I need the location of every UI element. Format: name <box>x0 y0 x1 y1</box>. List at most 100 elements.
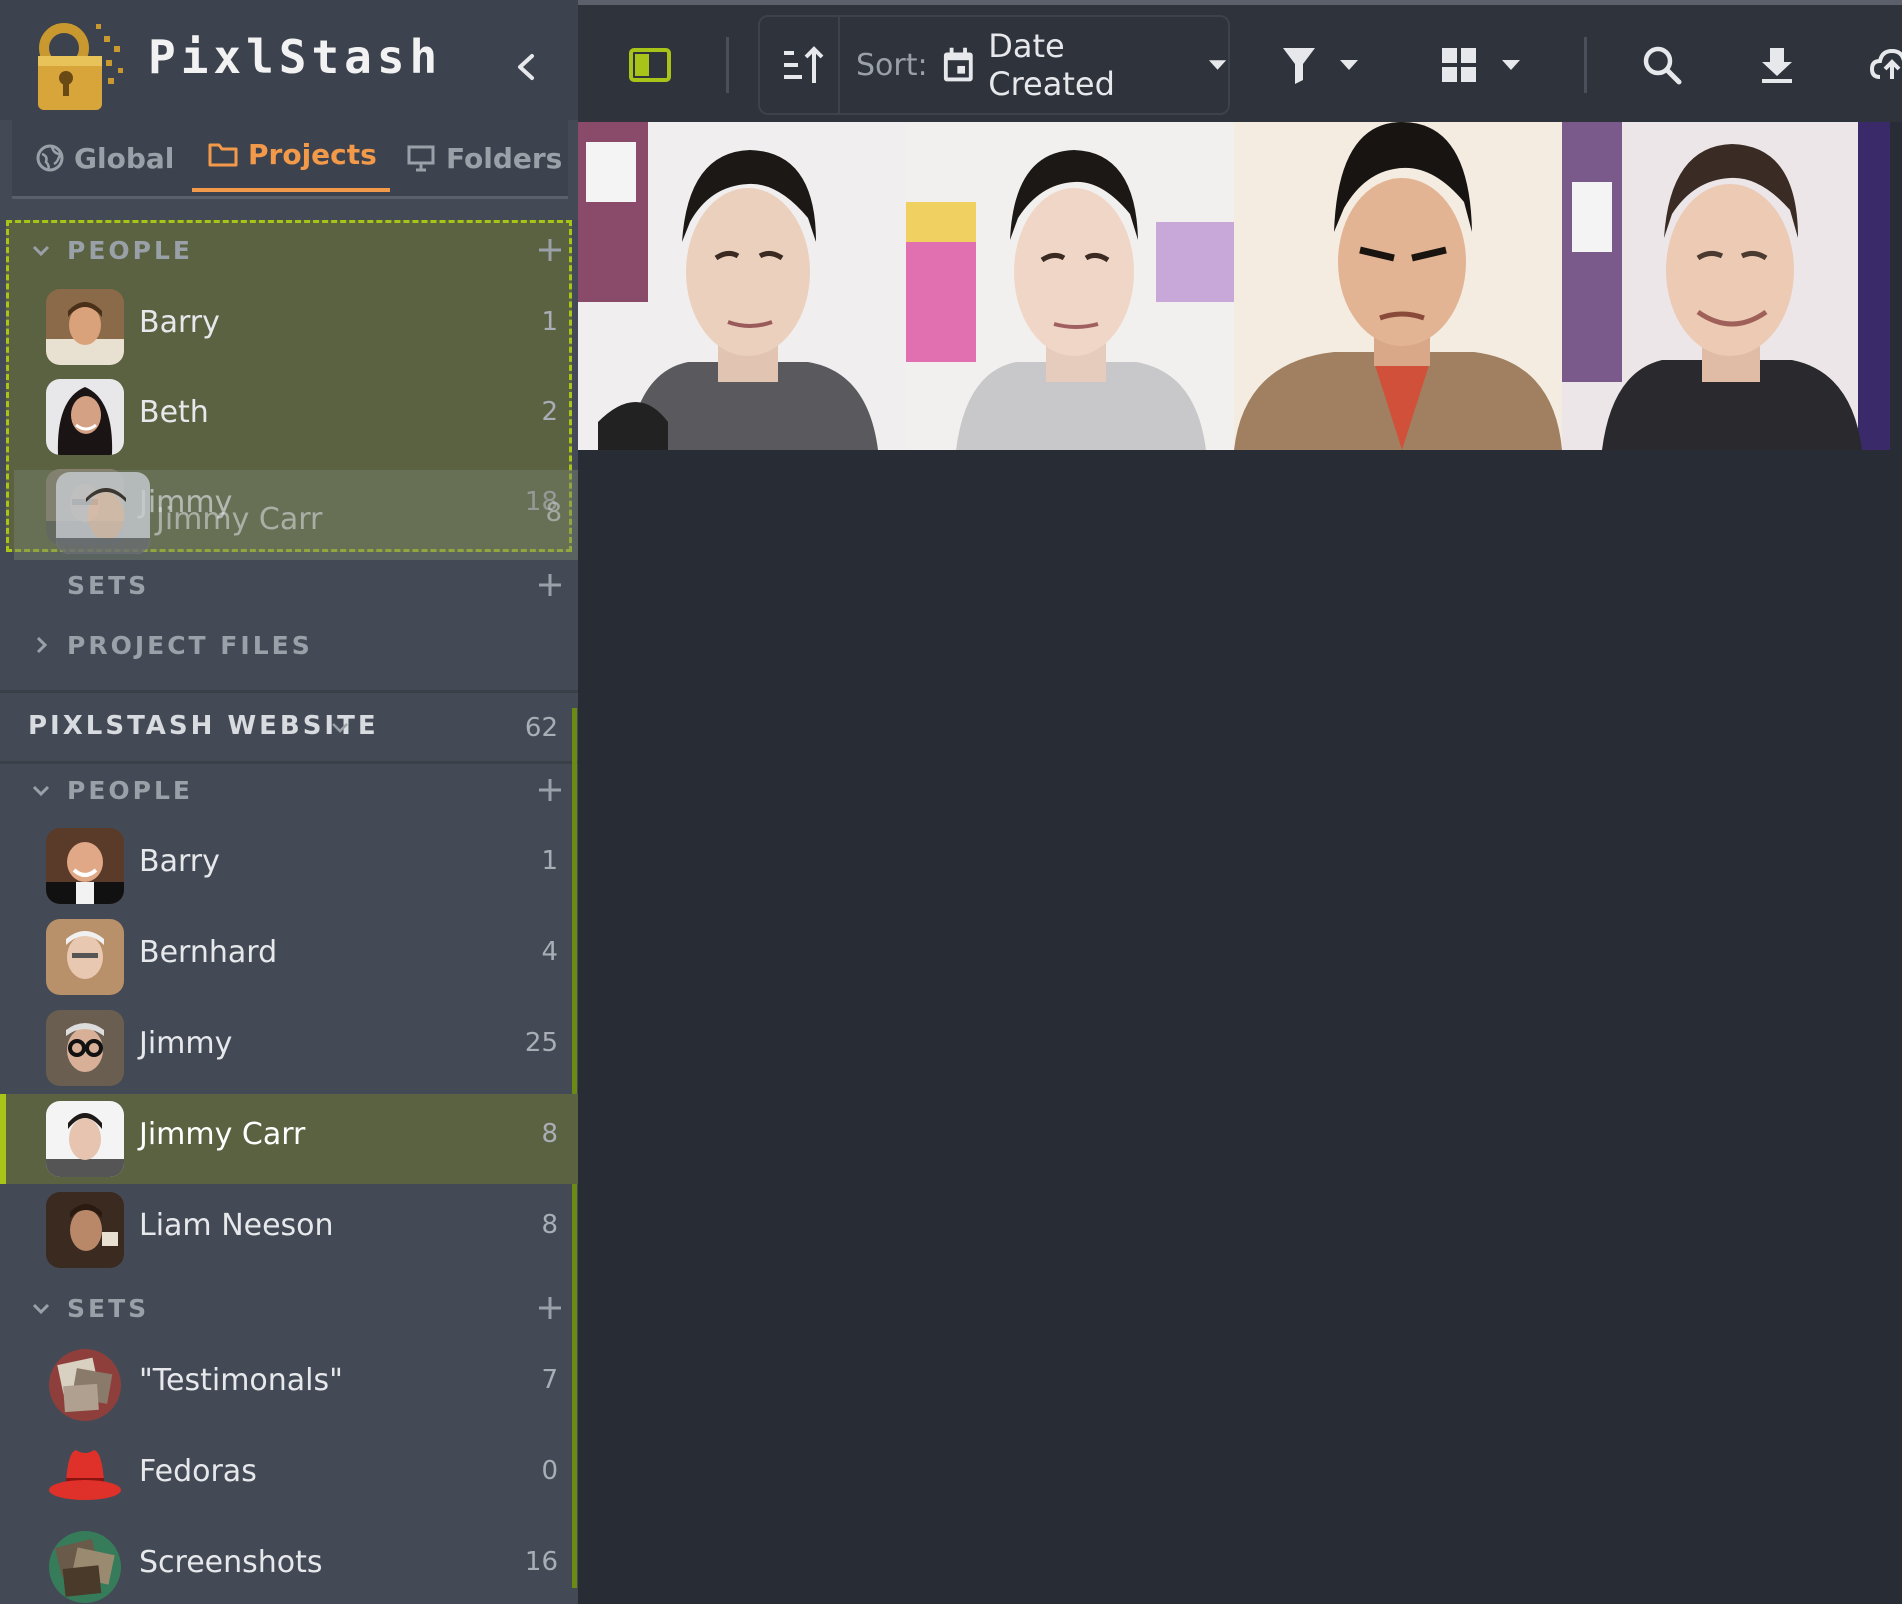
tab-projects-label: Projects <box>248 137 377 171</box>
set-count: 16 <box>524 1547 558 1577</box>
project-row-website[interactable]: PIXLSTASH WEBSITE 62 <box>0 690 578 764</box>
sidebar-toggle-button[interactable] <box>628 35 672 95</box>
person-item[interactable]: Jimmy 18 <box>0 462 578 552</box>
sidebar: PixlStash Global Projects Folders PEOPLE… <box>0 0 578 1604</box>
person-name: Barry <box>139 844 220 879</box>
people-section-header[interactable]: PEOPLE <box>0 220 578 280</box>
set-item[interactable]: Screenshots 16 <box>0 1522 578 1604</box>
people-section-header[interactable]: PEOPLE <box>0 760 578 820</box>
sets-section-label: SETS <box>67 570 150 600</box>
toolbar-separator <box>838 17 840 113</box>
people-section-label: PEOPLE <box>67 235 193 265</box>
person-name: Barry <box>139 305 220 340</box>
search-button[interactable] <box>1642 35 1682 95</box>
tab-global-label: Global <box>74 141 175 175</box>
portrait-image <box>906 122 1234 450</box>
person-item[interactable]: Bernhard 4 <box>0 912 578 1002</box>
portrait-image <box>1234 122 1562 450</box>
tab-folders[interactable]: Folders <box>406 120 562 196</box>
set-item[interactable]: "Testimonals" 7 <box>0 1340 578 1430</box>
person-item[interactable]: Barry 1 <box>0 282 578 372</box>
person-name: Jimmy Carr <box>139 1117 306 1152</box>
image-thumbnail[interactable] <box>578 122 906 450</box>
person-name: Jimmy <box>139 1026 233 1061</box>
person-name: Jimmy <box>139 485 233 520</box>
person-count: 8 <box>541 1119 558 1149</box>
avatar <box>46 1010 124 1086</box>
person-name: Liam Neeson <box>139 1208 334 1243</box>
sort-direction-icon <box>784 46 824 83</box>
project-count: 62 <box>524 713 558 743</box>
tab-projects[interactable]: Projects <box>192 120 390 192</box>
person-item-selected[interactable]: Jimmy Carr 8 <box>0 1094 578 1184</box>
dropdown-caret-icon <box>1502 60 1520 70</box>
sidebar-toggle-icon <box>629 48 671 82</box>
sets-section-header[interactable]: SETS <box>0 1278 578 1338</box>
filter-button[interactable] <box>1282 35 1360 95</box>
app-title: PixlStash <box>148 30 443 84</box>
sort-prefix: Sort: <box>856 47 928 83</box>
chevron-down-icon <box>32 1303 50 1315</box>
portrait-image <box>578 122 906 450</box>
photo-stack-icon <box>49 1349 121 1421</box>
toolbar-separator <box>1584 37 1587 93</box>
monitor-icon <box>407 145 435 172</box>
collapse-sidebar-icon[interactable] <box>506 46 548 88</box>
upload-icon <box>1870 48 1902 79</box>
avatar <box>46 379 124 455</box>
set-name: Fedoras <box>139 1454 257 1489</box>
tab-global[interactable]: Global <box>36 120 174 196</box>
padlock-logo-icon <box>38 23 123 110</box>
person-count: 1 <box>541 846 558 876</box>
image-thumbnail[interactable] <box>1234 122 1562 450</box>
add-person-icon[interactable] <box>536 776 564 804</box>
avatar <box>46 828 124 904</box>
portrait-image <box>1562 122 1890 450</box>
photo-stack-icon <box>49 1531 121 1603</box>
grid-icon <box>1442 48 1476 82</box>
chevron-down-icon <box>32 785 50 797</box>
project-name: PIXLSTASH WEBSITE <box>28 711 379 741</box>
set-item[interactable]: Fedoras 0 <box>0 1431 578 1521</box>
add-person-icon[interactable] <box>536 236 564 264</box>
dropdown-caret-icon <box>1340 60 1358 70</box>
grid-view-button[interactable] <box>1440 35 1522 95</box>
folder-icon <box>208 143 238 167</box>
add-set-icon[interactable] <box>536 1294 564 1322</box>
person-count: 4 <box>541 937 558 967</box>
set-count: 7 <box>541 1365 558 1395</box>
person-count: 25 <box>524 1028 558 1058</box>
person-count: 18 <box>524 487 558 517</box>
avatar <box>46 1101 124 1177</box>
download-icon <box>1762 48 1792 83</box>
upload-button[interactable] <box>1870 35 1902 95</box>
set-name: Screenshots <box>139 1545 323 1580</box>
filter-icon <box>1283 48 1315 84</box>
scope-tabs: Global Projects Folders <box>12 120 568 199</box>
image-thumbnail[interactable] <box>1562 122 1890 450</box>
avatar <box>46 469 124 545</box>
download-button[interactable] <box>1760 35 1794 95</box>
person-count: 1 <box>541 307 558 337</box>
sort-dropdown[interactable]: Sort: Date Created <box>856 27 1228 103</box>
calendar-icon <box>943 47 973 82</box>
globe-icon <box>36 144 64 172</box>
tab-folders-label: Folders <box>446 141 563 175</box>
people-section-label: PEOPLE <box>67 775 193 805</box>
person-item[interactable]: Beth 2 <box>0 372 578 462</box>
person-item[interactable]: Jimmy 25 <box>0 1003 578 1093</box>
person-count: 8 <box>541 1210 558 1240</box>
sets-section-header[interactable]: SETS <box>0 555 578 615</box>
person-item[interactable]: Barry 1 <box>0 821 578 911</box>
add-set-icon[interactable] <box>536 571 564 599</box>
sort-control: Sort: Date Created <box>758 15 1230 115</box>
fedora-icon <box>49 1450 121 1500</box>
person-name: Beth <box>139 395 209 430</box>
chevron-down-icon[interactable] <box>330 717 350 737</box>
person-item[interactable]: Liam Neeson 8 <box>0 1185 578 1275</box>
image-thumbnail[interactable] <box>906 122 1234 450</box>
project-files-header[interactable]: PROJECT FILES <box>0 615 578 675</box>
sort-direction-button[interactable] <box>780 35 824 95</box>
toolbar-separator <box>726 37 729 93</box>
toolbar: Sort: Date Created <box>578 0 1902 122</box>
